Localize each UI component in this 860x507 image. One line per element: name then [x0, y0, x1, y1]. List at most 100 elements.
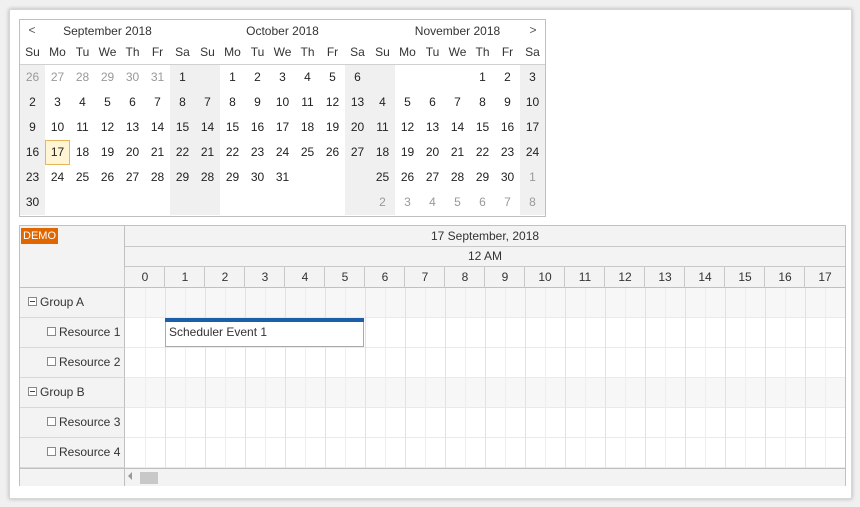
day-cell[interactable]: 10	[270, 90, 295, 115]
day-cell[interactable]: 16	[245, 115, 270, 140]
day-cell[interactable]: 23	[20, 165, 45, 190]
day-cell[interactable]: 5	[320, 65, 345, 90]
day-cell[interactable]: 30	[245, 165, 270, 190]
day-cell[interactable]: 30	[20, 190, 45, 215]
day-cell[interactable]: 25	[295, 140, 320, 165]
scroll-left-arrow-icon[interactable]	[128, 472, 132, 480]
day-cell[interactable]: 17	[45, 140, 70, 165]
day-cell[interactable]: 14	[445, 115, 470, 140]
day-cell[interactable]: 28	[70, 65, 95, 90]
day-cell[interactable]: 20	[345, 115, 370, 140]
day-cell[interactable]: 24	[45, 165, 70, 190]
day-cell[interactable]: 12	[395, 115, 420, 140]
day-cell[interactable]: 8	[220, 90, 245, 115]
day-cell[interactable]: 21	[445, 140, 470, 165]
scrollbar-thumb[interactable]	[140, 472, 158, 484]
day-cell[interactable]: 7	[145, 90, 170, 115]
resource-row-header[interactable]: Resource 1	[20, 318, 125, 348]
day-cell[interactable]: 18	[370, 140, 395, 165]
next-month-button[interactable]: >	[521, 20, 545, 41]
day-cell[interactable]: 31	[145, 65, 170, 90]
resource-row-header[interactable]: Resource 4	[20, 438, 125, 468]
day-cell[interactable]: 3	[270, 65, 295, 90]
day-cell[interactable]: 8	[520, 190, 545, 215]
day-cell[interactable]: 21	[145, 140, 170, 165]
day-cell[interactable]: 19	[395, 140, 420, 165]
scheduler-event[interactable]: Scheduler Event 1	[165, 318, 364, 347]
day-cell[interactable]: 10	[45, 115, 70, 140]
day-cell[interactable]: 26	[20, 65, 45, 90]
day-cell[interactable]: 7	[495, 190, 520, 215]
day-cell[interactable]: 27	[45, 65, 70, 90]
day-cell[interactable]: 15	[170, 115, 195, 140]
day-cell[interactable]: 22	[170, 140, 195, 165]
day-cell[interactable]: 3	[520, 65, 545, 90]
day-cell[interactable]: 1	[220, 65, 245, 90]
day-cell[interactable]: 19	[320, 115, 345, 140]
checkbox-icon[interactable]	[47, 357, 56, 366]
resource-row-header[interactable]: Resource 3	[20, 408, 125, 438]
group-row-header[interactable]: Group A	[20, 288, 125, 318]
day-cell[interactable]: 25	[70, 165, 95, 190]
day-cell[interactable]: 7	[195, 90, 220, 115]
day-cell[interactable]: 4	[70, 90, 95, 115]
day-cell[interactable]: 2	[370, 190, 395, 215]
day-cell[interactable]: 24	[270, 140, 295, 165]
day-cell[interactable]: 12	[95, 115, 120, 140]
day-cell[interactable]: 11	[70, 115, 95, 140]
day-cell[interactable]: 6	[345, 65, 370, 90]
day-cell[interactable]: 24	[520, 140, 545, 165]
day-cell[interactable]: 27	[420, 165, 445, 190]
day-cell[interactable]: 18	[70, 140, 95, 165]
day-cell[interactable]: 27	[345, 140, 370, 165]
day-cell[interactable]: 26	[320, 140, 345, 165]
day-cell[interactable]: 9	[495, 90, 520, 115]
checkbox-icon[interactable]	[47, 327, 56, 336]
day-cell[interactable]: 23	[245, 140, 270, 165]
day-cell[interactable]: 11	[370, 115, 395, 140]
day-cell[interactable]: 30	[495, 165, 520, 190]
day-cell[interactable]: 4	[295, 65, 320, 90]
day-cell[interactable]: 13	[120, 115, 145, 140]
day-cell[interactable]: 26	[95, 165, 120, 190]
checkbox-icon[interactable]	[47, 417, 56, 426]
day-cell[interactable]: 13	[345, 90, 370, 115]
day-cell[interactable]: 28	[445, 165, 470, 190]
day-cell[interactable]: 31	[270, 165, 295, 190]
day-cell[interactable]: 6	[420, 90, 445, 115]
day-cell[interactable]: 12	[320, 90, 345, 115]
collapse-icon[interactable]	[28, 297, 37, 306]
day-cell[interactable]: 6	[470, 190, 495, 215]
day-cell[interactable]: 16	[20, 140, 45, 165]
day-cell[interactable]: 6	[120, 90, 145, 115]
day-cell[interactable]: 30	[120, 65, 145, 90]
day-cell[interactable]: 2	[495, 65, 520, 90]
day-cell[interactable]: 29	[220, 165, 245, 190]
day-cell[interactable]: 19	[95, 140, 120, 165]
day-cell[interactable]: 28	[195, 165, 220, 190]
day-cell[interactable]: 10	[520, 90, 545, 115]
day-cell[interactable]: 21	[195, 140, 220, 165]
day-cell[interactable]: 29	[470, 165, 495, 190]
day-cell[interactable]: 15	[220, 115, 245, 140]
day-cell[interactable]: 20	[420, 140, 445, 165]
day-cell[interactable]: 1	[170, 65, 195, 90]
day-cell[interactable]: 22	[220, 140, 245, 165]
day-cell[interactable]: 8	[170, 90, 195, 115]
day-cell[interactable]: 18	[295, 115, 320, 140]
day-cell[interactable]: 1	[470, 65, 495, 90]
day-cell[interactable]: 3	[395, 190, 420, 215]
day-cell[interactable]: 28	[145, 165, 170, 190]
scheduler-grid[interactable]: Scheduler Event 1	[125, 288, 845, 468]
day-cell[interactable]: 23	[495, 140, 520, 165]
day-cell[interactable]: 20	[120, 140, 145, 165]
day-cell[interactable]: 1	[520, 165, 545, 190]
day-cell[interactable]: 7	[445, 90, 470, 115]
day-cell[interactable]: 17	[520, 115, 545, 140]
day-cell[interactable]: 17	[270, 115, 295, 140]
day-cell[interactable]: 22	[470, 140, 495, 165]
day-cell[interactable]: 14	[195, 115, 220, 140]
day-cell[interactable]: 8	[470, 90, 495, 115]
day-cell[interactable]: 14	[145, 115, 170, 140]
day-cell[interactable]: 9	[245, 90, 270, 115]
